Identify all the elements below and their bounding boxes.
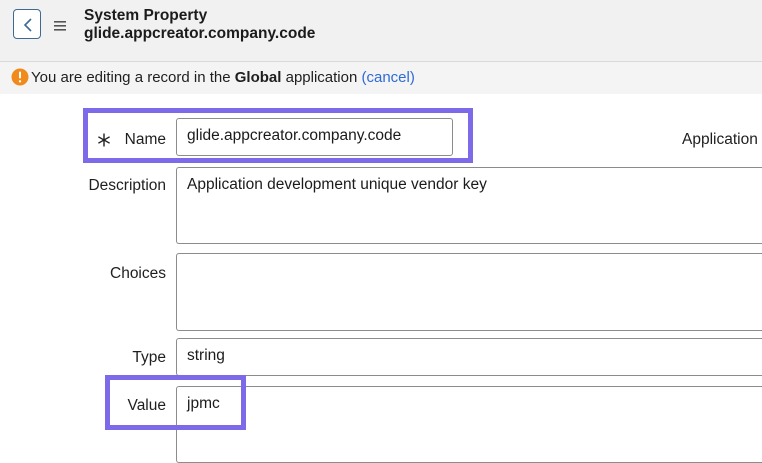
page-title: System Property xyxy=(84,7,208,24)
cancel-link[interactable]: (cancel) xyxy=(362,69,415,86)
hamburger-menu-icon[interactable] xyxy=(54,21,66,31)
choices-label: Choices xyxy=(110,265,166,282)
value-value: jpmc xyxy=(187,395,220,412)
application-label: Application xyxy=(682,131,758,148)
back-button[interactable] xyxy=(13,9,41,39)
name-label: Name xyxy=(124,131,166,148)
description-textarea[interactable]: Application development unique vendor ke… xyxy=(176,167,762,244)
page-subtitle: glide.appcreator.company.code xyxy=(84,25,316,42)
notice-suffix: application xyxy=(281,69,362,86)
warning-icon xyxy=(11,68,29,86)
name-input[interactable]: glide.appcreator.company.code xyxy=(176,118,453,156)
name-value: glide.appcreator.company.code xyxy=(187,127,402,144)
value-label: Value xyxy=(127,397,167,414)
type-input[interactable]: string xyxy=(176,338,762,376)
value-textarea[interactable]: jpmc xyxy=(176,386,762,463)
description-label: Description xyxy=(88,177,166,194)
type-value: string xyxy=(187,347,225,364)
notice-prefix: You are editing a record in the xyxy=(31,69,235,86)
notice-scope: Global xyxy=(234,69,282,86)
type-label: Type xyxy=(132,349,166,366)
description-value: Application development unique vendor ke… xyxy=(187,176,487,193)
form-header: System Property glide.appcreator.company… xyxy=(0,0,762,62)
choices-textarea[interactable] xyxy=(176,253,762,331)
back-arrow-icon xyxy=(23,18,32,32)
editing-notice-text: You are editing a record in the Global a… xyxy=(31,69,415,87)
